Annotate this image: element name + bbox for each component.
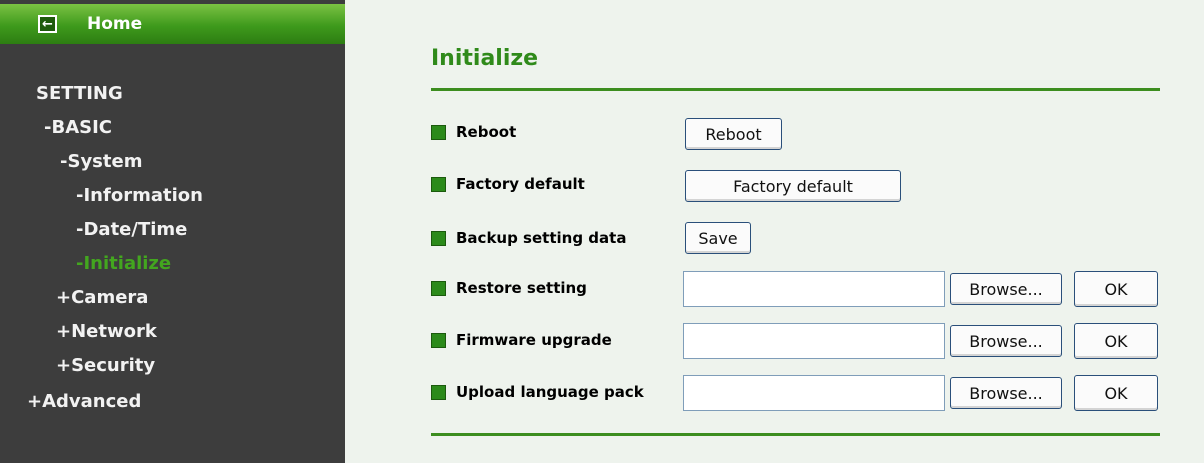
factory-default-row: Factory default — [431, 174, 585, 194]
firmware-ok-button[interactable]: OK — [1074, 323, 1158, 359]
nav-setting: SETTING — [36, 83, 123, 104]
nav-security[interactable]: +Security — [56, 356, 155, 376]
home-label: Home — [87, 14, 143, 34]
nav-network[interactable]: +Network — [56, 322, 157, 342]
factory-default-button[interactable]: Factory default — [685, 170, 901, 202]
home-link[interactable]: ← Home — [0, 4, 345, 44]
title-divider — [431, 88, 1160, 91]
language-browse-button[interactable]: Browse... — [950, 377, 1062, 409]
page-title: Initialize — [431, 46, 539, 71]
nav-information[interactable]: -Information — [76, 186, 203, 206]
restore-ok-button[interactable]: OK — [1074, 271, 1158, 307]
firmware-upgrade-row: Firmware upgrade — [431, 330, 612, 350]
nav-date-time[interactable]: -Date/Time — [76, 220, 187, 240]
save-button[interactable]: Save — [685, 222, 751, 254]
green-square-bullet-icon — [431, 176, 446, 192]
upload-language-label: Upload language pack — [456, 383, 644, 401]
backup-setting-row: Backup setting data — [431, 228, 626, 248]
green-square-bullet-icon — [431, 124, 446, 140]
main-panel: Initialize Reboot Reboot Factory default… — [345, 0, 1204, 463]
reboot-button[interactable]: Reboot — [685, 118, 782, 150]
nav-initialize[interactable]: -Initialize — [76, 254, 171, 274]
restore-browse-button[interactable]: Browse... — [950, 273, 1062, 305]
restore-setting-label: Restore setting — [456, 279, 587, 297]
nav-camera[interactable]: +Camera — [56, 288, 148, 308]
reboot-label: Reboot — [456, 123, 517, 141]
bottom-divider — [431, 433, 1160, 436]
nav-advanced[interactable]: +Advanced — [27, 392, 141, 412]
nav-basic[interactable]: -BASIC — [44, 118, 112, 138]
green-square-bullet-icon — [431, 384, 446, 400]
firmware-browse-button[interactable]: Browse... — [950, 325, 1062, 357]
upload-language-row: Upload language pack — [431, 382, 644, 402]
factory-default-label: Factory default — [456, 175, 585, 193]
restore-file-field[interactable] — [683, 271, 945, 307]
back-arrow-icon: ← — [38, 15, 57, 33]
green-square-bullet-icon — [431, 230, 446, 246]
language-ok-button[interactable]: OK — [1074, 375, 1158, 411]
language-file-field[interactable] — [683, 375, 945, 411]
firmware-file-field[interactable] — [683, 323, 945, 359]
reboot-row: Reboot — [431, 122, 516, 142]
green-square-bullet-icon — [431, 332, 446, 348]
firmware-upgrade-label: Firmware upgrade — [456, 331, 612, 349]
sidebar: ← Home SETTING -BASIC -System -Informati… — [0, 0, 345, 463]
green-square-bullet-icon — [431, 280, 446, 296]
nav-system[interactable]: -System — [60, 152, 142, 172]
backup-setting-label: Backup setting data — [456, 229, 627, 247]
restore-setting-row: Restore setting — [431, 278, 587, 298]
